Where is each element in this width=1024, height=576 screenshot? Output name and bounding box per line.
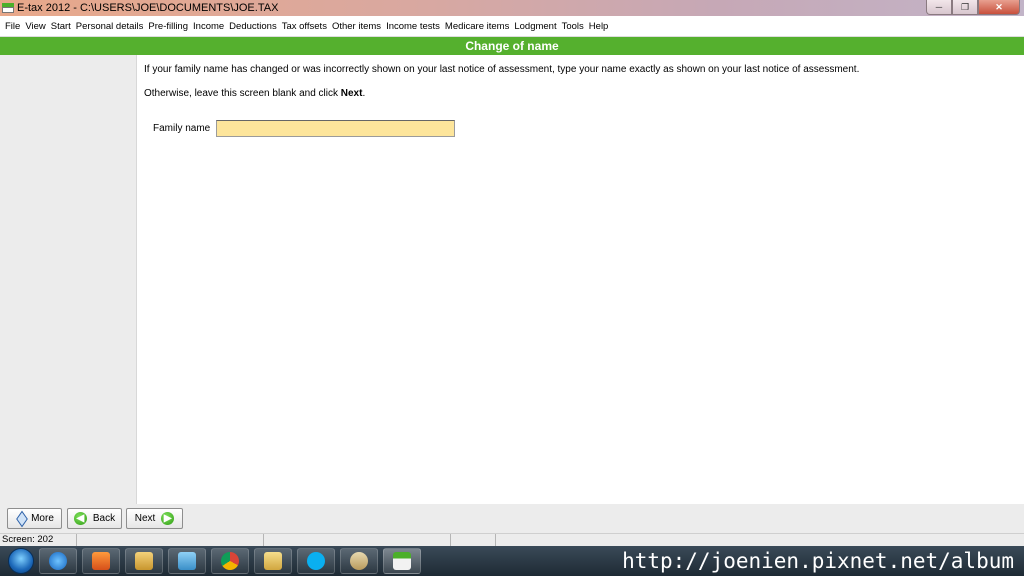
back-button[interactable]: ◀ Back — [67, 508, 122, 529]
taskbar-chrome[interactable] — [211, 548, 249, 574]
more-icon — [15, 515, 27, 523]
menu-tools[interactable]: Tools — [562, 21, 584, 32]
instruction-next-text: Otherwise, leave this screen blank and c… — [144, 88, 365, 99]
maximize-button[interactable]: ❐ — [952, 0, 978, 15]
menu-tax-offsets[interactable]: Tax offsets — [282, 21, 327, 32]
instruction-next-suffix: . — [362, 88, 366, 99]
instruction-next-prefix: Otherwise, leave this screen blank and c… — [144, 88, 341, 99]
title-bar: E-tax 2012 - C:\USERS\JOE\DOCUMENTS\JOE.… — [0, 0, 1024, 16]
start-button[interactable] — [8, 548, 34, 574]
more-label: More — [31, 513, 54, 524]
e-tax-icon — [393, 552, 411, 570]
taskbar-paint[interactable] — [340, 548, 378, 574]
menu-personal-details[interactable]: Personal details — [76, 21, 144, 32]
e-tax-app-icon — [2, 3, 14, 13]
media-player-icon — [92, 552, 110, 570]
menu-pre-filling[interactable]: Pre-filling — [148, 21, 188, 32]
page-title: Change of name — [0, 37, 1024, 55]
menu-file[interactable]: File — [5, 21, 20, 32]
more-button[interactable]: More — [7, 508, 62, 529]
family-name-label: Family name — [153, 123, 211, 134]
family-name-input[interactable] — [216, 120, 455, 137]
taskbar-folder[interactable] — [254, 548, 292, 574]
menu-start[interactable]: Start — [51, 21, 71, 32]
taskbar-app[interactable] — [168, 548, 206, 574]
menu-deductions[interactable]: Deductions — [229, 21, 277, 32]
menu-income[interactable]: Income — [193, 21, 224, 32]
menu-help[interactable]: Help — [589, 21, 609, 32]
minimize-button[interactable]: ─ — [926, 0, 952, 15]
folder-icon — [264, 552, 282, 570]
chrome-icon — [221, 552, 239, 570]
internet-explorer-icon — [49, 552, 67, 570]
close-button[interactable]: ✕ — [978, 0, 1020, 15]
main-content: If your family name has changed or was i… — [138, 55, 1024, 504]
taskbar: http://joenien.pixnet.net/album — [0, 546, 1024, 576]
paint-icon — [350, 552, 368, 570]
next-label: Next — [134, 513, 156, 524]
menu-medicare-items[interactable]: Medicare items — [445, 21, 509, 32]
sidebar — [0, 55, 137, 504]
instruction-next-bold: Next — [340, 88, 363, 99]
back-arrow-icon: ◀ — [73, 512, 87, 525]
taskbar-media-player[interactable] — [82, 548, 120, 574]
watermark-url: http://joenien.pixnet.net/album — [622, 549, 1014, 573]
taskbar-internet-explorer[interactable] — [39, 548, 77, 574]
menu-view[interactable]: View — [25, 21, 45, 32]
button-bar: More ◀ Back Next ▶ — [0, 504, 1024, 533]
skype-icon — [307, 552, 325, 570]
taskbar-file-cabinet[interactable] — [125, 548, 163, 574]
status-bar: Screen: 202 — [0, 533, 1024, 547]
file-cabinet-icon — [135, 552, 153, 570]
taskbar-e-tax[interactable] — [383, 548, 421, 574]
menu-lodgment[interactable]: Lodgment — [514, 21, 556, 32]
app-icon — [178, 552, 196, 570]
window-title: E-tax 2012 - C:\USERS\JOE\DOCUMENTS\JOE.… — [17, 2, 279, 14]
back-label: Back — [92, 513, 116, 524]
window-controls: ─ ❐ ✕ — [926, 0, 1020, 15]
instruction-text: If your family name has changed or was i… — [144, 64, 860, 75]
menu-other-items[interactable]: Other items — [332, 21, 381, 32]
next-button[interactable]: Next ▶ — [126, 508, 183, 529]
menu-income-tests[interactable]: Income tests — [386, 21, 440, 32]
taskbar-skype[interactable] — [297, 548, 335, 574]
next-arrow-icon: ▶ — [161, 512, 175, 525]
menu-bar: File View Start Personal details Pre-fil… — [0, 17, 1024, 37]
